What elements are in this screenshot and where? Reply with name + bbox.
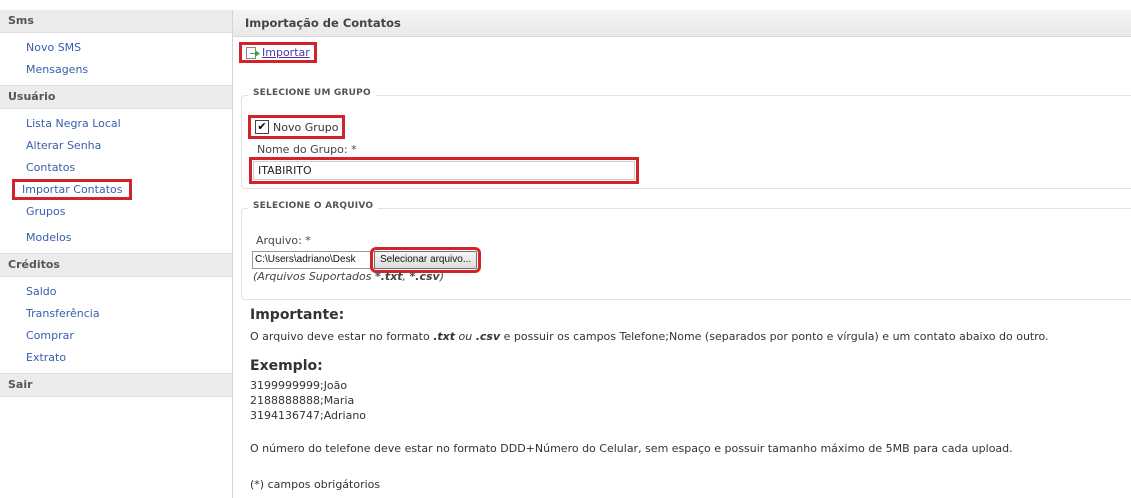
sidebar-item-extrato[interactable]: Extrato	[0, 347, 232, 369]
checkbox-check-icon: ✔	[255, 120, 269, 134]
sidebar-item-saldo[interactable]: Saldo	[0, 281, 232, 303]
sidebar-list-usuario: Lista Negra Local Alterar Senha Contatos…	[0, 109, 232, 253]
import-link-label: Importar	[262, 46, 310, 59]
sidebar: Sms Novo SMS Mensagens Usuário Lista Neg…	[0, 10, 233, 498]
sidebar-list-creditos: Saldo Transferência Comprar Extrato	[0, 277, 232, 373]
sidebar-item-transferencia[interactable]: Transferência	[0, 303, 232, 325]
sidebar-section-sair[interactable]: Sair	[0, 373, 232, 397]
sidebar-item-importar-contatos[interactable]: Importar Contatos	[0, 179, 232, 201]
group-name-input[interactable]	[249, 157, 639, 184]
toolbar: Importar	[233, 37, 1131, 63]
required-fields-note: (*) campos obrigátorios	[250, 478, 381, 491]
example-line: 3194136747;Adriano	[250, 409, 367, 422]
sidebar-item-novo-sms[interactable]: Novo SMS	[0, 37, 232, 59]
main-content: Importação de Contatos Importar SELECION…	[233, 10, 1131, 498]
group-legend: SELECIONE UM GRUPO	[248, 88, 376, 98]
new-group-checkbox[interactable]: ✔ Novo Grupo	[247, 115, 346, 139]
example-line: 3199999999;João	[250, 379, 348, 392]
example-heading: Exemplo:	[250, 358, 323, 374]
important-text: O arquivo deve estar no formato .txt ou …	[250, 330, 1049, 343]
sidebar-item-modelos[interactable]: Modelos	[0, 227, 232, 249]
sidebar-item-mensagens[interactable]: Mensagens	[0, 59, 232, 81]
sidebar-section-sms: Sms	[0, 10, 232, 33]
new-group-label: Novo Grupo	[273, 120, 339, 134]
sidebar-section-usuario: Usuário	[0, 85, 232, 109]
sidebar-item-lista-negra[interactable]: Lista Negra Local	[0, 113, 232, 135]
phone-format-note: O número do telefone deve estar no forma…	[250, 442, 1013, 455]
sidebar-list-sms: Novo SMS Mensagens	[0, 33, 232, 85]
file-legend: SELECIONE O ARQUIVO	[248, 201, 379, 211]
select-file-button[interactable]: Selecionar arquivo...	[369, 247, 482, 273]
sidebar-item-grupos[interactable]: Grupos	[0, 201, 232, 223]
group-name-label: Nome do Grupo: *	[257, 143, 357, 156]
important-heading: Importante:	[250, 307, 345, 323]
import-link[interactable]: Importar	[239, 42, 317, 63]
page-title: Importação de Contatos	[233, 10, 1131, 37]
supported-formats: (Arquivos Suportados *.txt, *.csv)	[253, 270, 445, 283]
example-line: 2188888888;Maria	[250, 394, 355, 407]
import-icon	[246, 46, 260, 59]
sidebar-section-creditos: Créditos	[0, 253, 232, 277]
sidebar-item-contatos[interactable]: Contatos	[0, 157, 232, 179]
sidebar-item-alterar-senha[interactable]: Alterar Senha	[0, 135, 232, 157]
file-path-input[interactable]: C:\Users\adriano\Desk	[252, 251, 377, 269]
sidebar-item-comprar[interactable]: Comprar	[0, 325, 232, 347]
file-label: Arquivo: *	[256, 234, 311, 247]
